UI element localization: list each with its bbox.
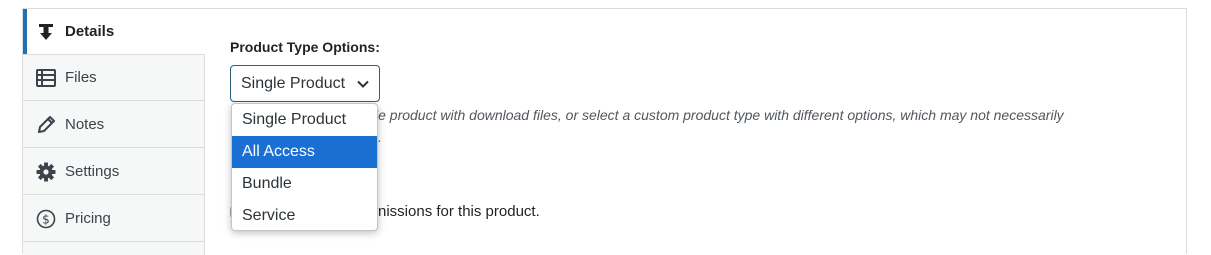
sidebar-item-label: Settings xyxy=(65,163,120,180)
dropdown-option-service[interactable]: Service xyxy=(232,200,377,230)
chevron-down-icon xyxy=(356,77,370,91)
metabox-sidebar: Details Files Notes Settings $ Pricing xyxy=(23,9,205,255)
sidebar-item-label: Details xyxy=(65,23,115,40)
pencil-icon xyxy=(35,114,57,136)
product-type-label: Product Type Options: xyxy=(230,39,380,55)
dropdown-option-all-access[interactable]: All Access xyxy=(232,136,377,168)
download-arrow-icon xyxy=(35,21,57,43)
sidebar-item-label: Files xyxy=(65,69,97,86)
dropdown-option-single-product[interactable]: Single Product xyxy=(232,104,377,136)
gear-icon xyxy=(35,161,57,183)
svg-text:$: $ xyxy=(42,212,50,226)
sidebar-item-settings[interactable]: Settings xyxy=(23,149,204,195)
sidebar-item-label: Pricing xyxy=(65,210,111,227)
sidebar-item-files[interactable]: Files xyxy=(23,55,204,101)
sidebar-item-label: Notes xyxy=(65,116,105,133)
product-type-select[interactable]: Single Product xyxy=(230,65,380,102)
dropdown-option-bundle[interactable]: Bundle xyxy=(232,168,377,200)
product-type-dropdown: Single Product All Access Bundle Service xyxy=(231,103,378,231)
sidebar-item-notes[interactable]: Notes xyxy=(23,102,204,148)
sidebar-item-pricing[interactable]: $ Pricing xyxy=(23,196,204,242)
list-icon xyxy=(35,67,57,89)
product-metabox: Details Files Notes Settings $ Pricing P… xyxy=(22,8,1187,255)
dollar-circle-icon: $ xyxy=(35,208,57,230)
select-value: Single Product xyxy=(241,74,346,92)
sidebar-item-details[interactable]: Details xyxy=(23,9,205,55)
